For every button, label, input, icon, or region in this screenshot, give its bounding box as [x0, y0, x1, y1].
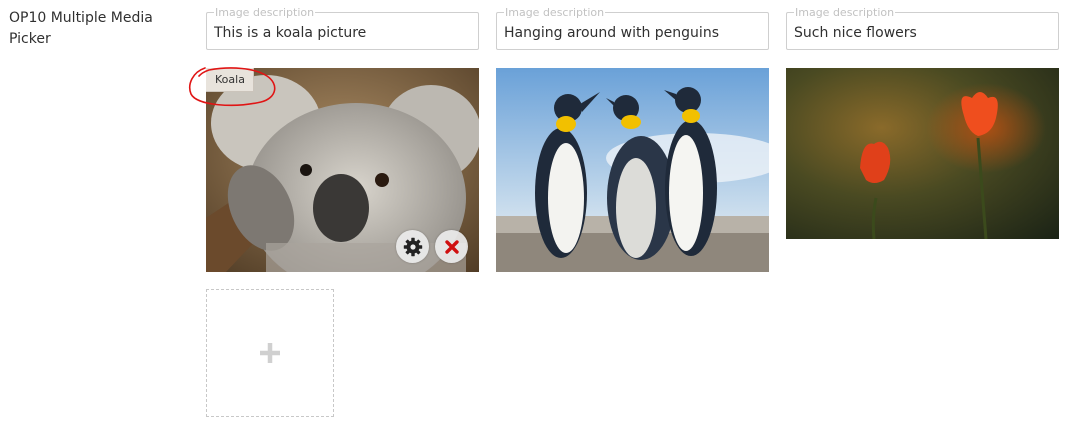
penguins-image[interactable] — [496, 68, 769, 272]
image-description-value[interactable]: Such nice flowers — [794, 24, 1052, 42]
image-description-field[interactable]: Image description Hanging around with pe… — [496, 6, 769, 50]
image-description-placeholder: Image description — [214, 6, 316, 19]
tulips-image[interactable] — [786, 68, 1059, 239]
media-item-koala: Image description This is a koala pictur… — [206, 6, 479, 272]
image-description-value[interactable]: This is a koala picture — [214, 24, 472, 42]
koala-image[interactable]: Koala — [206, 68, 479, 272]
add-media-button[interactable] — [206, 289, 334, 417]
image-description-value[interactable]: Hanging around with penguins — [504, 24, 762, 42]
field-label: OP10 Multiple Media Picker — [9, 10, 153, 47]
image-description-placeholder: Image description — [794, 6, 896, 19]
close-icon — [444, 239, 459, 254]
image-description-field[interactable]: Image description Such nice flowers — [786, 6, 1059, 50]
image-description-placeholder: Image description — [504, 6, 606, 19]
plus-icon — [260, 343, 280, 363]
media-item-penguins: Image description Hanging around with pe… — [496, 6, 769, 272]
remove-button[interactable] — [435, 230, 468, 263]
image-name-tag: Koala — [206, 68, 254, 92]
image-description-field[interactable]: Image description This is a koala pictur… — [206, 6, 479, 50]
gear-icon — [403, 237, 422, 256]
media-item-tulips: Image description Such nice flowers — [786, 6, 1059, 239]
settings-button[interactable] — [396, 230, 429, 263]
